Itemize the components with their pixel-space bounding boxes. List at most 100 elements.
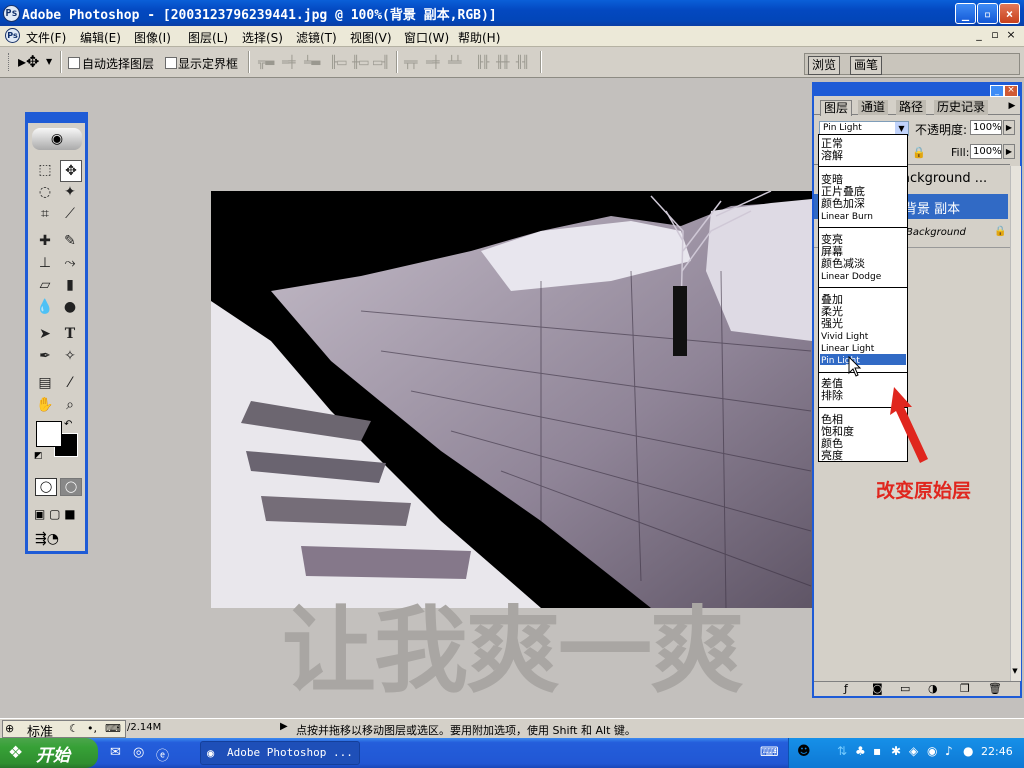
new-layer-icon[interactable]: ❐ (960, 682, 970, 695)
layers-scrollbar[interactable] (1010, 166, 1021, 681)
menu-select[interactable]: 选择(S) (242, 29, 283, 46)
default-colors-icon[interactable]: ◩ (34, 451, 43, 461)
quicklaunch-browser-icon[interactable]: ◎ (133, 745, 144, 760)
distribute-left-icon[interactable]: ╟╟ (476, 55, 489, 69)
tab-history[interactable]: 历史记录 (934, 100, 989, 115)
lasso-icon[interactable]: ◌ (35, 182, 55, 202)
tray-app-icon[interactable]: ◈ (909, 744, 918, 758)
blend-option[interactable]: 亮度 (821, 450, 843, 462)
blend-option[interactable]: 颜色减淡 (821, 258, 865, 270)
adobe-online-eye-icon[interactable]: ◉ (32, 128, 82, 150)
restore-button[interactable]: ▫ (977, 3, 998, 24)
marquee-icon[interactable]: ⬚ (35, 160, 55, 180)
quicklaunch-ie-icon[interactable]: ⓔ (156, 745, 169, 764)
menu-edit[interactable]: 编辑(E) (80, 29, 121, 46)
menu-window[interactable]: 窗口(W) (404, 29, 449, 46)
close-button[interactable]: × (999, 3, 1020, 24)
opacity-input[interactable]: 100% (970, 120, 1002, 135)
dodge-icon[interactable]: ● (60, 297, 80, 317)
taskbar-photoshop-button[interactable]: ◉ Adobe Photoshop ... (200, 741, 360, 765)
eyedropper-icon[interactable]: ⁄ (60, 373, 80, 393)
menu-layer[interactable]: 图层(L) (188, 29, 228, 46)
network-icon[interactable]: ⇅ (837, 744, 847, 758)
blend-option[interactable]: 颜色加深 (821, 198, 865, 210)
pen-icon[interactable]: ✒ (35, 346, 55, 366)
tab-channels[interactable]: 通道 (858, 100, 889, 115)
gradient-icon[interactable]: ▮ (60, 275, 80, 295)
blend-option[interactable]: Linear Dodge (821, 271, 881, 283)
minimize-button[interactable]: _ (955, 3, 976, 24)
type-icon[interactable]: T (60, 324, 80, 344)
tool-preset-arrow-icon[interactable]: ▼ (46, 57, 52, 66)
tab-file-browser[interactable]: 浏览 (808, 56, 841, 75)
screen-mode-icon[interactable]: ▣ ▢ ■ (34, 507, 76, 521)
menu-file[interactable]: 文件(F) (26, 29, 66, 46)
fill-input[interactable]: 100% (970, 144, 1002, 159)
moon-icon[interactable]: ☾ (69, 722, 79, 735)
doc-minimize-button[interactable]: _ (972, 28, 986, 42)
fill-slider-arrow-icon[interactable]: ▶ (1003, 144, 1015, 159)
healing-brush-icon[interactable]: ✚ (35, 231, 55, 251)
move-tool-icon[interactable]: ▸✥ (18, 52, 39, 71)
blend-option[interactable]: 强光 (821, 318, 843, 330)
tray-app-icon[interactable]: ◉ (927, 744, 937, 758)
layer-mask-icon[interactable]: ◙ (872, 682, 883, 695)
show-bounds-checkbox[interactable] (165, 57, 177, 69)
panel-menu-arrow-icon[interactable]: ▶ (1006, 101, 1018, 114)
panel-close-button[interactable]: × (1004, 85, 1018, 97)
distribute-hcenter-icon[interactable]: ╫╫ (496, 55, 509, 69)
foreground-color-swatch[interactable] (36, 421, 62, 447)
distribute-right-icon[interactable]: ╢╢ (516, 55, 529, 69)
panel-minimize-button[interactable]: _ (990, 85, 1004, 97)
brush-icon[interactable]: ✎ (60, 231, 80, 251)
punctuation-icon[interactable]: •, (87, 722, 97, 735)
volume-icon[interactable]: ♪ (945, 744, 953, 758)
slice-icon[interactable]: ⟋ (60, 204, 80, 224)
tray-app-icon[interactable]: ♣ (855, 744, 866, 758)
quicklaunch-mail-icon[interactable]: ✉ (110, 745, 121, 760)
path-selection-icon[interactable]: ➤ (35, 324, 55, 344)
keyboard-icon[interactable]: ⌨ (105, 722, 121, 735)
custom-shape-icon[interactable]: ✧ (60, 346, 80, 366)
notes-icon[interactable]: ▤ (35, 373, 55, 393)
blend-option[interactable]: Linear Burn (821, 211, 873, 223)
doc-size-readout[interactable]: /2.14M (127, 722, 161, 733)
tab-paths[interactable]: 路径 (896, 100, 927, 115)
new-set-icon[interactable]: ▭ (900, 682, 910, 695)
tray-app-icon[interactable]: ▪ (873, 744, 881, 758)
hand-icon[interactable]: ✋ (35, 395, 55, 415)
align-hcenter-icon[interactable]: ╫▭ (352, 55, 370, 69)
adjustment-layer-icon[interactable]: ◑ (928, 682, 938, 695)
swap-colors-icon[interactable]: ↶ (64, 419, 72, 430)
tab-layers[interactable]: 图层 (820, 100, 853, 116)
layer-style-icon[interactable]: ƒ (844, 682, 848, 695)
align-left-icon[interactable]: ╟▭ (330, 55, 348, 69)
auto-select-checkbox[interactable] (68, 57, 80, 69)
magic-wand-icon[interactable]: ✦ (60, 182, 80, 202)
tab-brushes[interactable]: 画笔 (850, 56, 883, 75)
distribute-vcenter-icon[interactable]: ═╪ (426, 55, 439, 69)
blend-option[interactable]: Vivid Light (821, 331, 868, 343)
start-button[interactable]: ❖ 开始 (0, 738, 98, 768)
align-right-icon[interactable]: ▭╢ (372, 55, 390, 69)
menu-filter[interactable]: 滤镜(T) (296, 29, 337, 46)
tray-app-icon[interactable]: ● (963, 744, 973, 758)
move-icon[interactable]: ✥ (60, 160, 82, 182)
distribute-bottom-icon[interactable]: ╧╧ (448, 55, 461, 69)
options-grip[interactable] (8, 53, 11, 71)
menu-help[interactable]: 帮助(H) (458, 29, 500, 46)
menu-image[interactable]: 图像(I) (134, 29, 171, 46)
jump-to-imageready-icon[interactable]: ⇶◔ (35, 531, 59, 547)
clone-stamp-icon[interactable]: ⊥ (35, 253, 55, 273)
distribute-top-icon[interactable]: ╤╤ (404, 55, 417, 69)
blur-icon[interactable]: 💧 (35, 297, 55, 317)
standard-mode-icon[interactable]: ◯ (35, 478, 57, 496)
ime-bar[interactable]: ⊕ 标准 ☾ •, ⌨ (2, 720, 126, 740)
status-arrow-icon[interactable]: ▶ (280, 721, 288, 732)
menu-view[interactable]: 视图(V) (350, 29, 392, 46)
blend-option[interactable]: 溶解 (821, 150, 843, 162)
quick-mask-icon[interactable]: ◯ (60, 478, 82, 496)
align-vcenter-icon[interactable]: ═╪ (282, 55, 295, 69)
doc-restore-button[interactable]: ▫ (988, 28, 1002, 42)
qq-icon[interactable]: ☻ (797, 744, 811, 759)
